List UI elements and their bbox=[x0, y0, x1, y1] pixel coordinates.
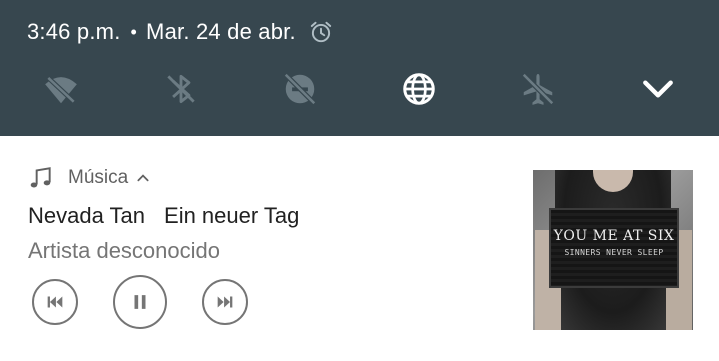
globe-icon bbox=[403, 73, 435, 105]
next-icon bbox=[217, 296, 233, 308]
do-not-disturb-tile[interactable] bbox=[278, 64, 322, 114]
song-title: Nevada Tan bbox=[28, 203, 146, 228]
chevron-down-icon bbox=[643, 80, 673, 98]
expand-tile[interactable] bbox=[636, 64, 680, 114]
music-note-icon bbox=[30, 167, 51, 188]
wifi-tile[interactable] bbox=[39, 64, 83, 114]
artist-name: Artista desconocido bbox=[28, 238, 220, 263]
notification-header[interactable]: Música bbox=[28, 163, 150, 193]
airplane-mode-off-icon bbox=[521, 72, 555, 106]
album-art[interactable]: YOU ME AT SIX SINNERS NEVER SLEEP bbox=[533, 170, 693, 330]
quick-settings-tiles bbox=[0, 64, 719, 114]
date-label[interactable]: Mar. 24 de abr. bbox=[146, 19, 296, 45]
pause-icon bbox=[134, 295, 146, 309]
do-not-disturb-off-icon bbox=[283, 72, 317, 106]
next-button[interactable] bbox=[202, 279, 248, 325]
quick-settings-panel: 3:46 p.m. • Mar. 24 de abr. bbox=[0, 0, 719, 136]
bluetooth-tile[interactable] bbox=[159, 64, 203, 114]
album-art-album-title: SINNERS NEVER SLEEP bbox=[564, 248, 664, 257]
wifi-off-icon bbox=[45, 76, 77, 104]
album-art-band-name: YOU ME AT SIX bbox=[553, 228, 675, 244]
separator-dot: • bbox=[130, 21, 138, 42]
globe-tile[interactable] bbox=[397, 64, 441, 114]
app-name: Música bbox=[68, 167, 129, 188]
song-subtitle: Ein neuer Tag bbox=[164, 203, 300, 228]
alarm-icon[interactable] bbox=[308, 19, 334, 45]
previous-button[interactable] bbox=[32, 279, 78, 325]
airplane-tile[interactable] bbox=[516, 64, 560, 114]
song-title-line: Nevada Tan Ein neuer Tag bbox=[28, 203, 299, 229]
pause-button[interactable] bbox=[113, 275, 167, 329]
status-row: 3:46 p.m. • Mar. 24 de abr. bbox=[27, 17, 334, 47]
previous-icon bbox=[47, 296, 63, 308]
chevron-up-icon[interactable] bbox=[136, 171, 150, 185]
clock-time: 3:46 p.m. bbox=[27, 19, 121, 44]
bluetooth-off-icon bbox=[167, 74, 195, 104]
